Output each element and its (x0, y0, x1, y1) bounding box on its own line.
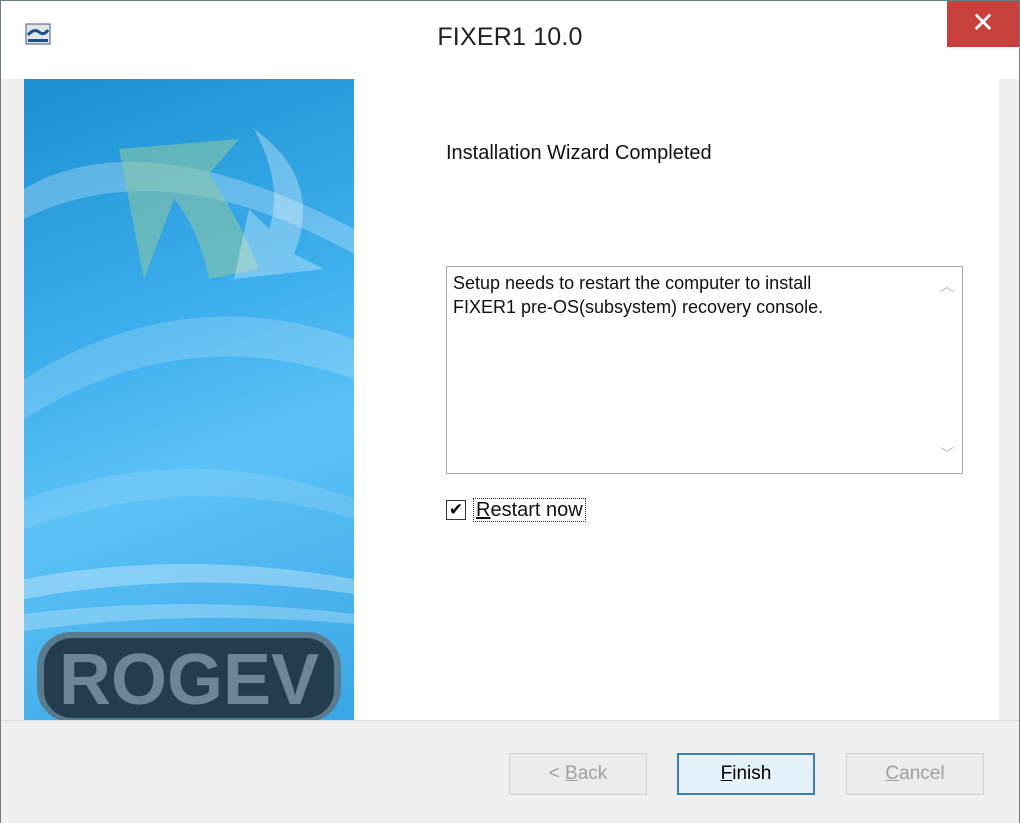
page-heading: Installation Wizard Completed (446, 142, 712, 164)
installer-window: FIXER1 10.0 ✕ ROGEV Installation Wizard … (0, 0, 1020, 823)
message-text: Setup needs to restart the computer to i… (453, 273, 824, 317)
message-box[interactable]: Setup needs to restart the computer to i… (446, 266, 963, 474)
finish-button-mnemonic: F (720, 763, 733, 784)
restart-now-label-text: estart now (490, 499, 583, 521)
cancel-button-text: ancel (899, 763, 945, 784)
title-bar[interactable]: FIXER1 10.0 ✕ (1, 1, 1019, 79)
cancel-button[interactable]: Cancel (846, 753, 984, 795)
scroll-up-icon[interactable]: ︿ (932, 271, 962, 301)
rogev-logo: ROGEV (59, 640, 319, 720)
button-bar: < Back Finish Cancel (1, 720, 1019, 823)
finish-button-text: inish (732, 763, 772, 784)
scroll-down-icon[interactable]: ﹀ (932, 439, 962, 469)
back-button-text: ack (577, 763, 608, 784)
back-button[interactable]: < Back (509, 753, 647, 795)
restart-now-label-mnemonic: R (476, 499, 491, 521)
banner-artwork: ROGEV (24, 129, 354, 720)
restart-now-checkbox[interactable]: ✔ (446, 500, 466, 520)
finish-button[interactable]: Finish (677, 753, 815, 795)
close-button[interactable]: ✕ (947, 1, 1019, 47)
window-title: FIXER1 10.0 (437, 23, 583, 51)
wizard-content: Installation Wizard Completed Setup need… (354, 79, 999, 720)
wizard-banner-image: ROGEV (24, 79, 354, 720)
close-icon: ✕ (971, 7, 995, 38)
vertical-scrollbar[interactable]: ︿ ﹀ (932, 267, 962, 473)
back-button-prefix: < (548, 763, 566, 784)
cancel-button-mnemonic: C (885, 763, 900, 784)
back-button-mnemonic: B (565, 763, 578, 784)
restart-now-label[interactable]: Restart now (473, 498, 586, 522)
